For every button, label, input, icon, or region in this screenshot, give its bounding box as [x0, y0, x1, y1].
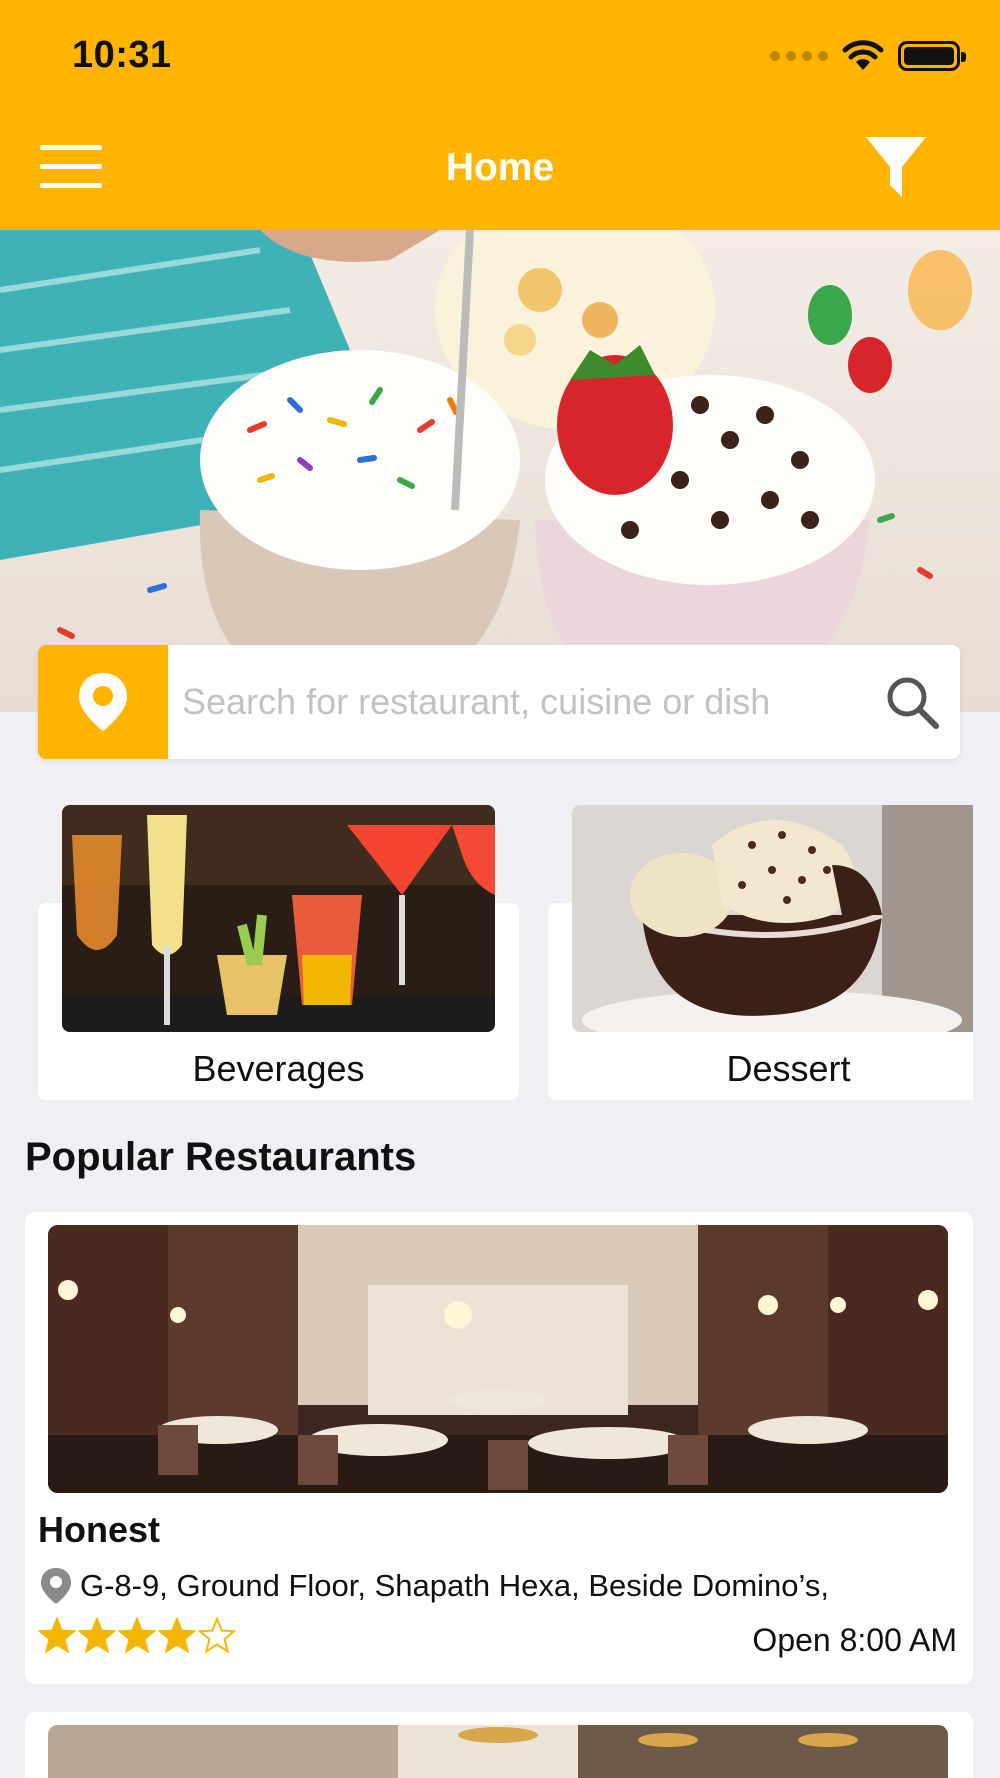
status-icons	[770, 40, 966, 72]
wifi-icon	[842, 40, 884, 70]
star-filled-icon	[38, 1617, 76, 1654]
filter-icon[interactable]	[864, 135, 928, 201]
restaurant-image	[48, 1225, 948, 1493]
status-time: 10:31	[72, 34, 172, 76]
category-image-dessert	[572, 805, 973, 1032]
location-pin-icon[interactable]	[38, 645, 168, 759]
restaurant-address: G-8-9, Ground Floor, Shapath Hexa, Besid…	[38, 1566, 829, 1606]
address-pin-icon	[41, 1568, 71, 1604]
restaurant-name: Honest	[38, 1509, 161, 1550]
restaurant-rating	[38, 1617, 236, 1655]
category-carousel[interactable]: Beverages Dessert	[38, 805, 973, 1100]
restaurant-open-time: Open 8:00 AM	[752, 1622, 957, 1658]
search-icon[interactable]	[864, 674, 960, 730]
search-bar	[38, 645, 960, 759]
star-filled-icon	[78, 1617, 116, 1654]
category-card-beverages[interactable]: Beverages	[38, 805, 519, 1100]
category-label: Beverages	[192, 1048, 365, 1089]
restaurant-address-text: G-8-9, Ground Floor, Shapath Hexa, Besid…	[80, 1568, 829, 1603]
restaurant-card[interactable]: Honest G-8-9, Ground Floor, Shapath Hexa…	[25, 1212, 973, 1684]
battery-icon	[898, 41, 966, 71]
star-filled-icon	[118, 1617, 156, 1654]
category-image-beverages	[62, 805, 495, 1032]
page-title: Home	[445, 146, 555, 189]
cellular-signal-icon	[770, 51, 828, 61]
search-input[interactable]	[168, 645, 864, 759]
hero-banner-image	[0, 230, 1000, 712]
section-title-popular-restaurants: Popular Restaurants	[25, 1135, 417, 1179]
star-filled-icon	[158, 1617, 196, 1654]
restaurant-image	[48, 1725, 948, 1778]
star-empty-icon	[198, 1617, 236, 1654]
app-header: 10:31 Home	[0, 0, 1000, 230]
restaurant-card[interactable]	[25, 1712, 973, 1778]
category-card-dessert[interactable]: Dessert	[548, 805, 973, 1100]
category-label: Dessert	[726, 1048, 851, 1089]
